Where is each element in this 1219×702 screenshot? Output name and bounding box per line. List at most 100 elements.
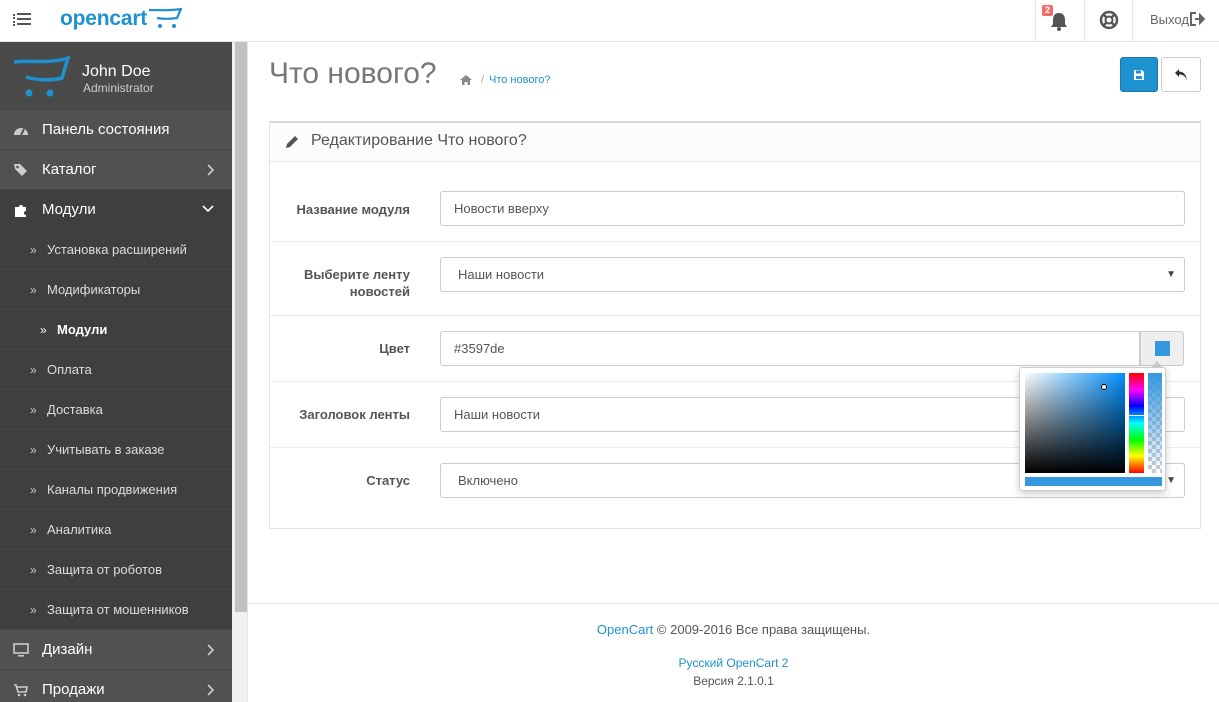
logout-link[interactable]: Выход	[1150, 12, 1205, 27]
sidebar-item-label: Модули	[42, 201, 96, 218]
sidebar-item-label: Дизайн	[42, 641, 93, 658]
logo-cart-icon	[148, 7, 182, 28]
status-select-value: Включено	[458, 473, 518, 488]
double-chevron-icon: »	[40, 323, 47, 337]
sidebar-item-label: Панель состояния	[42, 121, 170, 138]
saturation-field[interactable]	[1025, 373, 1125, 473]
page-title: Что нового?	[269, 57, 437, 90]
submenu-item-label: Оплата	[47, 362, 92, 377]
submenu-item-captcha[interactable]: » Защита от роботов	[0, 550, 232, 590]
russian-opencart-link[interactable]: Русский OpenCart 2	[679, 656, 789, 670]
profile-cart-icon	[13, 56, 70, 97]
submenu-item-shipping[interactable]: » Доставка	[0, 390, 232, 430]
submenu-item-label: Установка расширений	[47, 242, 187, 257]
header-divider	[1084, 0, 1085, 41]
life-ring-icon[interactable]	[1098, 9, 1120, 31]
footer-copyright: OpenCart © 2009-2016 Все права защищены.	[248, 622, 1219, 637]
panel-title: Редактирование Что нового?	[311, 132, 527, 149]
chevron-right-icon	[207, 164, 214, 176]
opencart-link[interactable]: OpenCart	[597, 622, 653, 637]
double-chevron-icon: »	[30, 603, 37, 617]
feed-select-label: Выберите ленту новостей	[304, 267, 410, 299]
saturation-handle[interactable]	[1101, 384, 1107, 390]
user-profile[interactable]: John Doe Administrator	[0, 42, 232, 110]
submenu-item-payments[interactable]: » Оплата	[0, 350, 232, 390]
alpha-slider[interactable]	[1148, 373, 1162, 473]
save-button[interactable]	[1120, 57, 1158, 92]
feed-select[interactable]: Наши новости ▼	[440, 257, 1185, 292]
footer-divider	[248, 603, 1219, 604]
sidebar-item-sales[interactable]: Продажи	[0, 670, 232, 702]
footer-russian-link: Русский OpenCart 2	[248, 656, 1219, 670]
tags-icon	[14, 164, 27, 176]
profile-role: Administrator	[83, 81, 154, 95]
double-chevron-icon: »	[30, 243, 37, 257]
hue-slider[interactable]	[1129, 373, 1144, 473]
module-name-label: Название модуля	[296, 202, 410, 217]
panel-heading: Редактирование Что нового?	[270, 123, 1200, 162]
chevron-down-icon	[202, 205, 214, 213]
double-chevron-icon: »	[30, 523, 37, 537]
sidebar-item-catalog[interactable]: Каталог	[0, 150, 232, 190]
copyright-text: © 2009-2016 Все права защищены.	[656, 622, 871, 637]
bell-icon[interactable]	[1048, 10, 1070, 32]
breadcrumb-link[interactable]: Что нового?	[489, 74, 550, 86]
header-divider	[1132, 0, 1133, 41]
sidebar-scrollbar-thumb[interactable]	[235, 42, 247, 612]
floppy-icon	[1134, 70, 1144, 80]
submenu-item-label: Защита от мошенников	[47, 602, 189, 617]
double-chevron-icon: »	[30, 363, 37, 377]
menu-toggle-button[interactable]	[12, 10, 36, 30]
double-chevron-icon: »	[30, 283, 37, 297]
submenu-item-anti-fraud[interactable]: » Защита от мошенников	[0, 590, 232, 630]
chevron-right-icon	[207, 644, 214, 656]
sidebar-item-modules[interactable]: Модули	[0, 190, 232, 230]
submenu-item-label: Защита от роботов	[47, 562, 162, 577]
monitor-icon	[13, 643, 29, 657]
submenu-item-modifications[interactable]: » Модификаторы	[0, 270, 232, 310]
hue-handle[interactable]	[1129, 415, 1144, 416]
form-divider	[270, 315, 1200, 316]
submenu-item-label: Доставка	[47, 402, 103, 417]
top-header: opencart 2 Выход	[0, 0, 1219, 42]
submenu-item-feeds[interactable]: » Каналы продвижения	[0, 470, 232, 510]
sidebar: John Doe Administrator Панель состояния …	[0, 42, 232, 702]
reply-icon	[1175, 69, 1187, 80]
dashboard-icon	[14, 128, 28, 136]
sidebar-item-label: Каталог	[42, 161, 97, 178]
sidebar-item-design[interactable]: Дизайн	[0, 630, 232, 670]
profile-name: John Doe	[82, 63, 151, 80]
color-swatch	[1155, 341, 1170, 356]
caret-down-icon: ▼	[1166, 475, 1176, 486]
submenu-item-extension-installer[interactable]: » Установка расширений	[0, 230, 232, 270]
submenu-item-label: Учитывать в заказе	[47, 442, 165, 457]
chevron-right-icon	[207, 684, 214, 696]
footer-version: Версия 2.1.0.1	[693, 674, 774, 688]
double-chevron-icon: »	[30, 443, 37, 457]
double-chevron-icon: »	[30, 563, 37, 577]
feed-title-label: Заголовок ленты	[299, 407, 410, 422]
back-button[interactable]	[1161, 57, 1201, 92]
sidebar-item-label: Продажи	[42, 681, 105, 698]
submenu-item-label: Модификаторы	[47, 282, 141, 297]
caret-down-icon: ▼	[1166, 269, 1176, 280]
status-label: Статус	[366, 473, 410, 488]
puzzle-icon	[15, 205, 26, 217]
home-icon[interactable]	[459, 74, 473, 86]
module-name-input[interactable]: Новости вверху	[440, 191, 1185, 226]
submenu-item-analytics[interactable]: » Аналитика	[0, 510, 232, 550]
color-picker-popup	[1019, 367, 1166, 491]
breadcrumb-separator: /	[481, 74, 485, 86]
submenu-item-label: Каналы продвижения	[47, 482, 178, 497]
sign-out-icon	[1190, 12, 1205, 26]
cart-icon	[14, 684, 28, 697]
submenu-item-order-totals[interactable]: » Учитывать в заказе	[0, 430, 232, 470]
pencil-icon	[286, 136, 298, 148]
header-divider	[1035, 0, 1036, 41]
color-preview	[1025, 477, 1162, 486]
sidebar-item-dashboard[interactable]: Панель состояния	[0, 110, 232, 150]
double-chevron-icon: »	[30, 483, 37, 497]
submenu-item-modules[interactable]: » Модули	[0, 310, 232, 350]
color-input[interactable]: #3597de	[440, 331, 1140, 366]
opencart-logo[interactable]: opencart	[60, 7, 147, 31]
